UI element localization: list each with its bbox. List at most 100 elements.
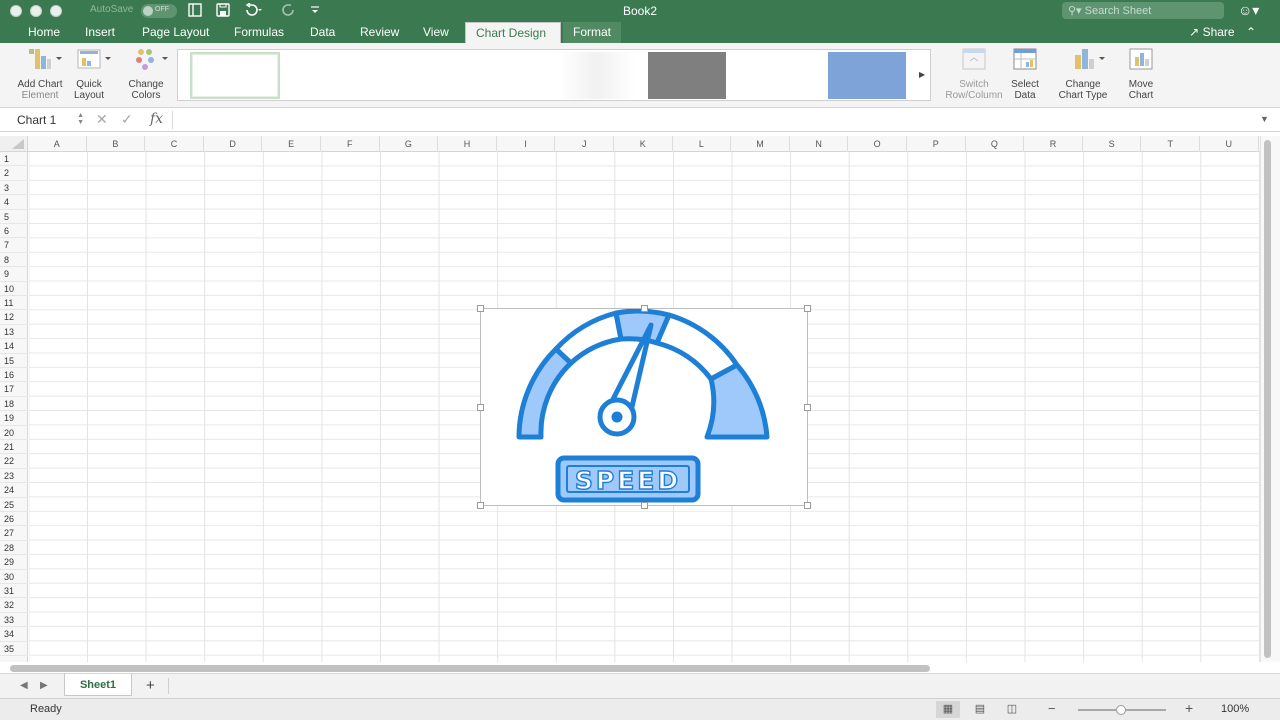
previous-sheet-icon[interactable]: ◀	[20, 680, 28, 691]
row-header-12[interactable]: 12	[0, 310, 28, 325]
row-header-31[interactable]: 31	[0, 584, 28, 599]
row-header-20[interactable]: 20	[0, 426, 28, 440]
expand-formula-bar-icon[interactable]: ▼	[1260, 114, 1269, 124]
confirm-entry-icon[interactable]: ✓	[121, 111, 133, 128]
column-header-r[interactable]: R	[1024, 136, 1083, 152]
column-header-u[interactable]: U	[1200, 136, 1259, 152]
resize-handle-right[interactable]	[804, 404, 811, 411]
row-header-7[interactable]: 7	[0, 238, 28, 253]
row-header-33[interactable]: 33	[0, 613, 28, 628]
tab-page-layout[interactable]: Page Layout	[132, 22, 219, 43]
chart-style-7[interactable]	[828, 52, 906, 99]
column-header-c[interactable]: C	[145, 136, 204, 152]
chart-style-3[interactable]	[468, 52, 546, 99]
row-header-18[interactable]: 18	[0, 397, 28, 412]
horizontal-scroll-thumb[interactable]	[10, 665, 930, 672]
column-header-l[interactable]: L	[673, 136, 732, 152]
resize-handle-bottom-right[interactable]	[804, 502, 811, 509]
vertical-scroll-thumb[interactable]	[1264, 140, 1271, 658]
select-all-corner[interactable]	[0, 136, 28, 152]
row-header-23[interactable]: 23	[0, 469, 28, 484]
zoom-slider-knob[interactable]	[1116, 705, 1126, 715]
row-header-34[interactable]: 34	[0, 627, 28, 642]
row-header-29[interactable]: 29	[0, 555, 28, 570]
column-header-b[interactable]: B	[87, 136, 146, 152]
name-box[interactable]: Chart 1 ▲ ▼	[10, 111, 88, 129]
horizontal-scrollbar[interactable]	[10, 663, 1258, 673]
row-header-5[interactable]: 5	[0, 210, 28, 224]
row-header-22[interactable]: 22	[0, 454, 28, 469]
column-header-a[interactable]: A	[28, 136, 87, 152]
column-header-k[interactable]: K	[614, 136, 673, 152]
row-header-24[interactable]: 24	[0, 483, 28, 498]
column-header-i[interactable]: I	[497, 136, 556, 152]
column-header-q[interactable]: Q	[966, 136, 1025, 152]
chart-style-5[interactable]	[648, 52, 726, 99]
quick-layout-button[interactable]: Quick Layout	[70, 47, 111, 101]
page-layout-view-icon[interactable]: ▤	[968, 701, 992, 718]
chart-style-4[interactable]	[558, 52, 636, 99]
row-header-14[interactable]: 14	[0, 339, 28, 354]
column-header-s[interactable]: S	[1083, 136, 1142, 152]
column-header-d[interactable]: D	[204, 136, 263, 152]
move-chart-button[interactable]: Move Chart	[1124, 47, 1158, 101]
row-header-17[interactable]: 17	[0, 382, 28, 397]
tab-chart-design[interactable]: Chart Design	[465, 22, 561, 43]
column-header-n[interactable]: N	[790, 136, 849, 152]
change-chart-type-button[interactable]: Change Chart Type	[1054, 47, 1112, 101]
formula-input[interactable]	[180, 112, 1255, 128]
change-colors-button[interactable]: Change Colors	[126, 47, 168, 101]
column-header-o[interactable]: O	[848, 136, 907, 152]
vertical-scrollbar[interactable]	[1260, 136, 1280, 662]
row-header-3[interactable]: 3	[0, 181, 28, 196]
tab-format[interactable]: Format	[563, 22, 622, 43]
row-header-30[interactable]: 30	[0, 570, 28, 584]
row-header-27[interactable]: 27	[0, 526, 28, 541]
tab-review[interactable]: Review	[350, 22, 409, 43]
add-sheet-icon[interactable]: +	[146, 677, 155, 694]
row-header-15[interactable]: 15	[0, 354, 28, 368]
zoom-slider[interactable]	[1078, 705, 1166, 715]
row-header-26[interactable]: 26	[0, 512, 28, 527]
column-header-f[interactable]: F	[321, 136, 380, 152]
resize-handle-bottom[interactable]	[641, 502, 648, 509]
name-box-stepper-icon[interactable]: ▲ ▼	[77, 112, 84, 126]
column-header-g[interactable]: G	[380, 136, 439, 152]
select-data-button[interactable]: Select Data	[1006, 47, 1044, 101]
resize-handle-bottom-left[interactable]	[477, 502, 484, 509]
column-header-j[interactable]: J	[555, 136, 614, 152]
normal-view-icon[interactable]: ▦	[936, 701, 960, 718]
resize-handle-top-left[interactable]	[477, 305, 484, 312]
row-header-10[interactable]: 10	[0, 282, 28, 296]
tab-view[interactable]: View	[413, 22, 459, 43]
speedometer-chart[interactable]: SPEED	[477, 305, 811, 509]
chart-style-2[interactable]	[378, 52, 456, 99]
row-header-32[interactable]: 32	[0, 598, 28, 613]
column-header-h[interactable]: H	[438, 136, 497, 152]
row-header-21[interactable]: 21	[0, 440, 28, 455]
resize-handle-top[interactable]	[641, 305, 648, 312]
column-header-p[interactable]: P	[907, 136, 966, 152]
chart-style-6[interactable]	[738, 52, 816, 99]
chart-style-1[interactable]	[190, 52, 280, 99]
row-header-8[interactable]: 8	[0, 253, 28, 268]
feedback-smiley-icon[interactable]: ☺▾	[1238, 2, 1259, 19]
add-chart-element-button[interactable]: Add Chart Element	[14, 47, 66, 101]
row-header-6[interactable]: 6	[0, 224, 28, 239]
row-header-35[interactable]: 35	[0, 642, 28, 656]
row-header-28[interactable]: 28	[0, 541, 28, 556]
tab-data[interactable]: Data	[300, 22, 345, 43]
search-sheet-input[interactable]: ⚲▾ Search Sheet	[1062, 2, 1224, 19]
gallery-next-arrow-icon[interactable]: ▶	[919, 70, 925, 79]
row-header-13[interactable]: 13	[0, 325, 28, 340]
page-break-view-icon[interactable]: ◫	[1000, 701, 1024, 718]
collapse-ribbon-icon[interactable]: ⌃	[1246, 25, 1256, 39]
row-header-19[interactable]: 19	[0, 411, 28, 426]
insert-function-button[interactable]: fx	[150, 111, 163, 127]
column-header-t[interactable]: T	[1141, 136, 1200, 152]
row-header-4[interactable]: 4	[0, 195, 28, 210]
row-header-2[interactable]: 2	[0, 166, 28, 181]
tab-formulas[interactable]: Formulas	[224, 22, 294, 43]
column-header-m[interactable]: M	[731, 136, 790, 152]
row-header-25[interactable]: 25	[0, 498, 28, 512]
